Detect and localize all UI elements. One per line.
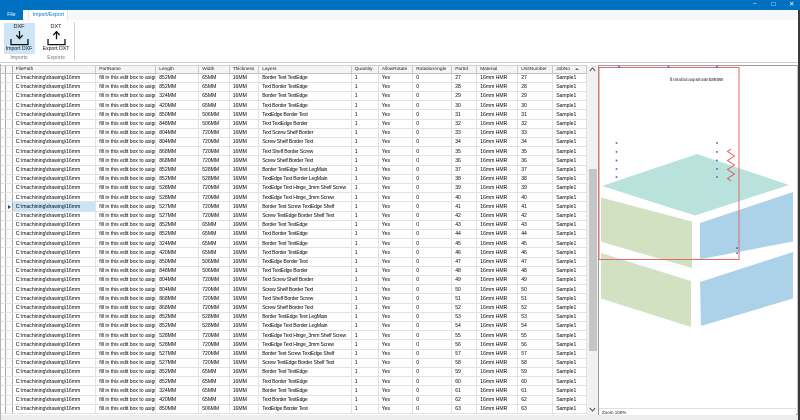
- svg-text:fill in this edit box to asign: fill in this edit box to asign with numb…: [670, 77, 723, 82]
